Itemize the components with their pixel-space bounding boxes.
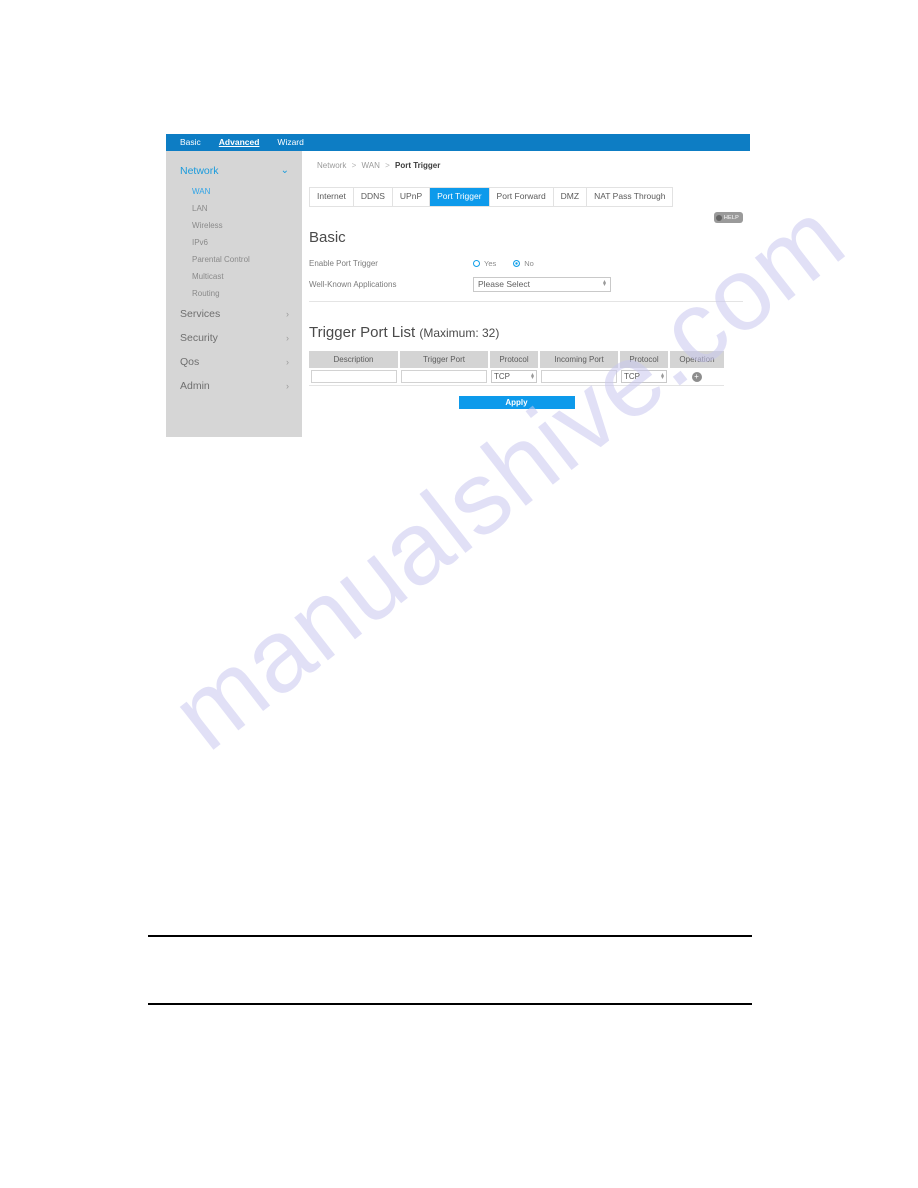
tab-dmz[interactable]: DMZ [554, 188, 588, 206]
chevron-right-icon: › [286, 356, 289, 367]
protocol-2-value: TCP [624, 372, 640, 381]
tab-port-forward[interactable]: Port Forward [490, 188, 554, 206]
col-header-incoming-port: Incoming Port [539, 351, 620, 368]
radio-no-icon[interactable] [513, 259, 521, 267]
col-header-description: Description [309, 351, 400, 368]
radio-option-no[interactable]: No [513, 259, 534, 268]
chevron-right-icon: › [286, 332, 289, 343]
sidebar-item-services[interactable]: Services › [166, 302, 302, 326]
cell-incoming-port [539, 368, 619, 386]
sidebar-item-security[interactable]: Security › [166, 326, 302, 350]
sidebar-item-admin-label: Admin [180, 380, 210, 392]
sidebar-item-qos[interactable]: Qos › [166, 350, 302, 374]
help-circle-icon [715, 214, 722, 221]
sidebar-item-routing[interactable]: Routing [166, 285, 302, 302]
topnav-item-basic[interactable]: Basic [171, 134, 210, 151]
router-admin-screenshot: Basic Advanced Wizard Network ⌄ WAN LAN … [166, 134, 750, 437]
trigger-port-list-title: Trigger Port List (Maximum: 32) [309, 324, 750, 341]
select-spinner-icon: ▴ ▾ [602, 279, 606, 288]
select-spinner-icon: ▴ ▾ [660, 371, 664, 381]
cell-protocol-1: TCP ▴ ▾ [489, 368, 539, 386]
breadcrumb-separator: > [385, 161, 390, 170]
enable-port-trigger-row: Enable Port Trigger Yes No [309, 256, 750, 270]
topnav-item-advanced[interactable]: Advanced [210, 134, 269, 151]
breadcrumb-current: Port Trigger [395, 161, 441, 170]
radio-yes-label: Yes [484, 258, 497, 268]
protocol-1-value: TCP [494, 372, 510, 381]
cell-protocol-2: TCP ▴ ▾ [619, 368, 669, 386]
sidebar-item-services-label: Services [180, 308, 221, 320]
apply-button[interactable]: Apply [458, 396, 575, 409]
sidebar-item-lan[interactable]: LAN [166, 200, 302, 217]
footer-rule-bottom [148, 1003, 752, 1005]
trigger-port-list-title-main: Trigger Port List [309, 324, 416, 341]
protocol-2-select[interactable]: TCP ▴ ▾ [621, 370, 667, 383]
apply-button-container: Apply [302, 396, 724, 409]
incoming-port-input[interactable] [541, 370, 617, 383]
description-input[interactable] [311, 370, 397, 383]
table-header-row: Description Trigger Port Protocol Incomi… [309, 351, 724, 368]
col-header-operation: Operation [669, 351, 724, 368]
chevron-right-icon: › [286, 308, 289, 319]
footer-rule-top [148, 935, 752, 937]
breadcrumb-wan[interactable]: WAN [361, 161, 379, 170]
sidebar-item-qos-label: Qos [180, 356, 200, 368]
tab-internet[interactable]: Internet [310, 188, 354, 206]
sidebar-item-ipv6[interactable]: IPv6 [166, 234, 302, 251]
tab-nat-pass-through[interactable]: NAT Pass Through [587, 188, 672, 206]
well-known-applications-value: Please Select [478, 279, 530, 289]
trigger-port-table: Description Trigger Port Protocol Incomi… [309, 351, 724, 386]
chevron-right-icon: › [286, 380, 289, 391]
radio-no-label: No [524, 258, 534, 268]
well-known-applications-label: Well-Known Applications [309, 279, 397, 289]
top-navigation-bar: Basic Advanced Wizard [166, 134, 750, 151]
sidebar-item-parental-control[interactable]: Parental Control [166, 251, 302, 268]
col-header-trigger-port: Trigger Port [399, 351, 490, 368]
sidebar-item-multicast[interactable]: Multicast [166, 268, 302, 285]
sidebar-item-wireless[interactable]: Wireless [166, 217, 302, 234]
tab-ddns[interactable]: DDNS [354, 188, 393, 206]
tabs-container: Internet DDNS UPnP Port Trigger Port For… [309, 187, 750, 223]
breadcrumb-network[interactable]: Network [317, 161, 346, 170]
sidebar-item-network[interactable]: Network ⌄ [166, 159, 302, 183]
help-button[interactable]: HELP [713, 212, 743, 223]
col-header-protocol-2: Protocol [619, 351, 670, 368]
basic-section-title: Basic [309, 229, 346, 246]
select-spinner-icon: ▴ ▾ [530, 371, 534, 381]
tab-port-trigger[interactable]: Port Trigger [430, 188, 490, 206]
cell-trigger-port [399, 368, 489, 386]
breadcrumb: Network > WAN > Port Trigger [302, 151, 750, 170]
well-known-applications-select[interactable]: Please Select ▴ ▾ [473, 276, 611, 292]
tab-bar: Internet DDNS UPnP Port Trigger Port For… [309, 187, 674, 207]
sidebar-item-wan[interactable]: WAN [166, 183, 302, 200]
tab-upnp[interactable]: UPnP [393, 188, 431, 206]
topnav-item-wizard[interactable]: Wizard [268, 134, 312, 151]
trigger-port-input[interactable] [401, 370, 487, 383]
sidebar-item-network-label: Network [180, 165, 219, 177]
content-area: Network > WAN > Port Trigger Internet DD… [302, 151, 750, 437]
cell-operation: + [669, 368, 724, 386]
radio-option-yes[interactable]: Yes [473, 259, 496, 268]
radio-yes-icon[interactable] [473, 259, 480, 267]
protocol-1-select[interactable]: TCP ▴ ▾ [491, 370, 537, 383]
section-divider [309, 301, 743, 302]
sidebar: Network ⌄ WAN LAN Wireless IPv6 Parental… [166, 151, 302, 437]
trigger-port-list-maximum: (Maximum: 32) [419, 326, 500, 340]
cell-description [309, 368, 399, 386]
help-button-label: HELP [723, 214, 739, 221]
enable-port-trigger-label: Enable Port Trigger [309, 258, 378, 268]
breadcrumb-separator: > [351, 161, 357, 170]
table-row: TCP ▴ ▾ TCP ▴ ▾ + [309, 368, 724, 386]
chevron-down-icon: ⌄ [280, 165, 289, 176]
add-circle-icon[interactable]: + [691, 372, 702, 382]
sidebar-item-security-label: Security [180, 332, 218, 344]
enable-port-trigger-radio-group: Yes No [473, 259, 534, 268]
sidebar-item-admin[interactable]: Admin › [166, 374, 302, 398]
ui-body: Network ⌄ WAN LAN Wireless IPv6 Parental… [166, 151, 750, 437]
well-known-applications-row: Well-Known Applications Please Select ▴ ▾ [309, 276, 750, 292]
col-header-protocol-1: Protocol [489, 351, 540, 368]
